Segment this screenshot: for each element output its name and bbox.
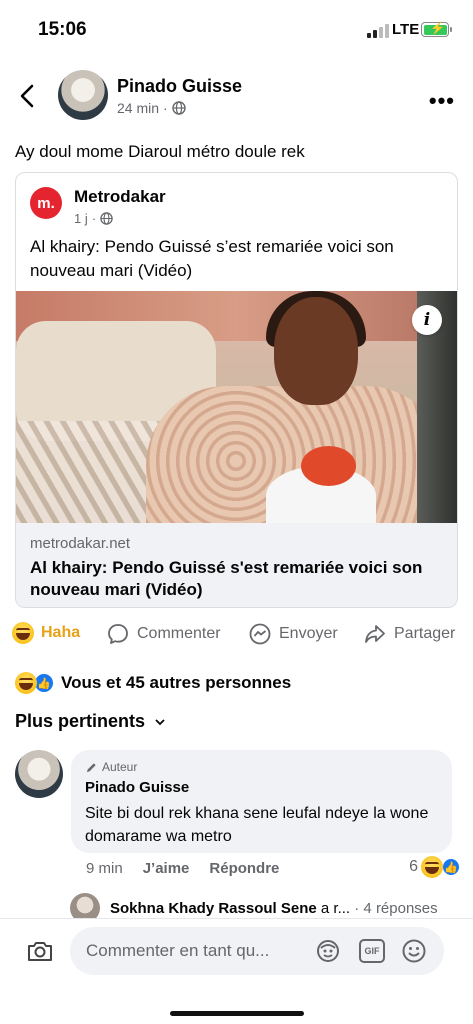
globe-icon [100,212,113,225]
shared-post-card[interactable]: m. Metrodakar 1 j · Al khairy: Pendo Gui… [15,172,458,608]
comment-button[interactable]: Commenter [106,622,221,646]
battery-icon: ⚡ [421,21,449,37]
author-badge: Auteur [85,760,137,774]
reply-author: Sokhna Khady Rassoul Sene [110,899,317,917]
comment-actions: 9 min J’aime Répondre [86,860,279,877]
comment-reaction-count: 6 [409,858,418,875]
sort-label: Plus pertinents [15,711,146,731]
chevron-left-icon [20,84,34,108]
haha-label: Haha [41,624,81,641]
share-button[interactable]: Partager [363,622,455,646]
avatar-sticker-icon[interactable] [314,937,342,965]
comment-input-placeholder: Commenter en tant qu... [86,941,270,960]
comment-bubble-icon [108,624,128,644]
commenter-avatar[interactable] [15,750,63,798]
link-preview[interactable]: metrodakar.net Al khairy: Pendo Guissé s… [16,523,457,607]
send-button[interactable]: Envoyer [248,622,338,646]
source-time: 1 j [74,211,88,226]
camera-button[interactable] [26,937,54,965]
pen-icon [86,762,96,772]
article-image[interactable]: i [16,291,457,523]
shared-caption: Al khairy: Pendo Guissé s’est remariée v… [30,237,394,280]
globe-icon [172,101,186,115]
messenger-icon [249,623,271,645]
share-label: Partager [394,625,456,642]
post-time: 24 min [117,100,160,116]
haha-emoji-icon [421,856,443,878]
gif-icon[interactable]: GIF [358,937,386,965]
source-meta: 1 j · [74,211,113,226]
more-options-icon[interactable]: ••• [429,88,455,114]
network-label: LTE [392,21,420,38]
emoji-smile-icon[interactable] [400,937,428,965]
comment-composer-bar: Commenter en tant qu... GIF [0,918,473,1024]
comment-label: Commenter [137,625,221,642]
link-title: Al khairy: Pendo Guissé s'est remariée v… [30,558,423,599]
comment-time: 9 min [86,860,123,877]
share-arrow-icon [365,625,385,643]
comment-text: Site bi doul rek khana sene leufal ndeye… [85,805,429,845]
source-name[interactable]: Metrodakar [74,187,166,207]
chevron-down-icon [155,718,165,725]
link-domain: metrodakar.net [30,535,131,552]
haha-reaction-button[interactable]: Haha [12,622,80,644]
haha-emoji-icon [12,622,34,644]
comment-author[interactable]: Pinado Guisse [85,779,189,796]
info-icon[interactable]: i [412,305,442,335]
post-header: Pinado Guisse 24 min · ••• [0,66,473,126]
source-logo[interactable]: m. [30,187,62,219]
back-button[interactable] [16,82,40,110]
author-name[interactable]: Pinado Guisse [117,76,242,97]
comment-like-button[interactable]: J’aime [143,860,190,877]
comment-reactions[interactable]: 6 👍 [409,856,461,878]
home-indicator [170,1011,304,1016]
comments-sort-dropdown[interactable]: Plus pertinents [15,711,165,732]
status-bar: 15:06 LTE ⚡ [0,0,473,60]
reply-count: · 4 réponses [354,899,438,917]
reactions-text: Vous et 45 autres personnes [61,673,292,692]
reactions-summary[interactable]: 👍 Vous et 45 autres personnes [15,672,291,694]
status-time: 15:06 [38,19,87,40]
post-meta: 24 min · [117,100,186,116]
comment-reply-button[interactable]: Répondre [209,860,279,877]
post-action-bar: Haha Commenter Envoyer Partager [0,614,473,654]
post-text: Ay doul mome Diaroul métro doule rek [15,142,305,161]
send-label: Envoyer [279,625,338,642]
haha-emoji-icon [15,672,37,694]
reply-snippet: a r... [320,899,351,917]
comment-input[interactable]: Commenter en tant qu... GIF [70,927,444,975]
like-thumb-icon: 👍 [441,857,461,877]
comment-bubble[interactable]: Auteur Pinado Guisse Site bi doul rek kh… [71,750,452,853]
signal-icon [367,24,389,38]
author-badge-label: Auteur [102,760,138,774]
author-avatar[interactable] [58,70,108,120]
camera-icon [28,942,52,961]
